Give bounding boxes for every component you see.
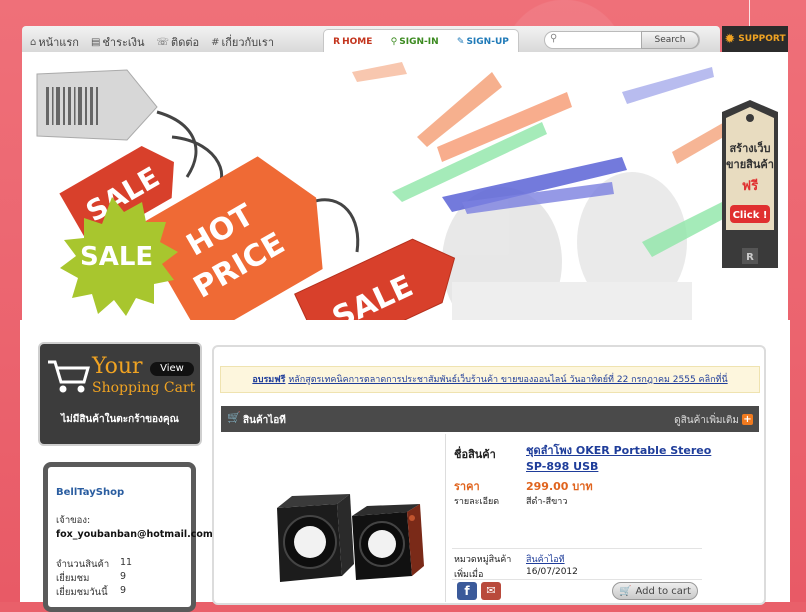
nav-item-label: ชำระเงิน: [102, 36, 145, 49]
svg-text:สร้างเว็บ: สร้างเว็บ: [729, 141, 770, 155]
contact-icon: ☏: [156, 36, 170, 48]
svg-text:ฟรี: ฟรี: [742, 178, 758, 194]
notice-link[interactable]: หลักสูตรเทคนิคการตลาดการประชาสัมพันธ์เว็…: [288, 375, 727, 385]
stat-label: เยี่ยมชมวันนี้: [56, 587, 108, 598]
stat-label: เยี่ยมชม: [56, 573, 90, 584]
category-link-text[interactable]: สินค้าไอที: [526, 555, 565, 565]
cart-empty-message: ไม่มีสินค้าในตะกร้าของคุณ: [61, 414, 179, 425]
search-icon: ⚲: [550, 33, 558, 44]
payment-icon: ▤: [90, 36, 101, 48]
main-nav: ⌂ หน้าแรก ▤ ชำระเงิน ☏ ติดต่อ # เกี่ยวกั…: [30, 33, 274, 51]
support-button[interactable]: ✹ SUPPORT: [722, 26, 788, 52]
added-date: 16/07/2012: [526, 567, 578, 577]
stat-value: 9: [120, 585, 127, 596]
hanging-thread: [749, 0, 750, 26]
product-name-link[interactable]: ชุดลำโพง OKER Portable Stereo SP-898 USB: [526, 443, 726, 475]
right-speaker: [352, 504, 424, 580]
speaker-illustration: [277, 494, 424, 582]
svg-text:Click !: Click !: [733, 210, 768, 221]
email-share-icon[interactable]: ✉: [481, 582, 501, 600]
plus-icon[interactable]: +: [742, 414, 753, 425]
home-icon: ⌂: [30, 36, 37, 48]
home-link-label: HOME: [342, 36, 373, 47]
divider: [445, 434, 446, 602]
svg-text:SALE: SALE: [80, 242, 153, 272]
cart-icon: [48, 360, 90, 393]
product-name-label: ชื่อสินค้า: [454, 448, 496, 461]
category-label: หมวดหมู่สินค้า: [454, 555, 512, 565]
stat-label: จำนวนสินค้า: [56, 559, 110, 570]
sign-in-link[interactable]: ⚲ SIGN-IN: [391, 37, 439, 47]
nav-item-about[interactable]: # เกี่ยวกับเรา: [211, 33, 274, 51]
sign-up-link[interactable]: ✎ SIGN-UP: [457, 37, 509, 47]
top-nav-bar: ⌂ หน้าแรก ▤ ชำระเงิน ☏ ติดต่อ # เกี่ยวกั…: [22, 26, 720, 53]
shop-info-box: BellTayShop เจ้าของ: fox_youbanban@hotma…: [43, 462, 213, 612]
owner-label: เจ้าของ:: [56, 515, 91, 526]
sign-in-label: SIGN-IN: [399, 36, 439, 47]
sign-up-label: SIGN-UP: [466, 36, 509, 47]
edit-icon: ✎: [456, 36, 465, 47]
detail-label: รายละเอียด: [454, 497, 500, 507]
about-icon: #: [211, 36, 220, 48]
banner-artwork: SALE HOT PRICE SALE SALE: [36, 62, 746, 320]
free-shop-promo-tag[interactable]: สร้างเว็บ ขายสินค้า ฟรี Click ! R: [714, 60, 786, 270]
gear-icon: ✹: [724, 31, 736, 47]
hero-banner: SALE HOT PRICE SALE SALE: [22, 52, 788, 320]
key-icon: ⚲: [390, 36, 398, 47]
stat-value: 9: [120, 571, 127, 582]
svg-text:R: R: [746, 252, 754, 263]
home-small-icon: R: [333, 36, 341, 47]
shop-name: BellTayShop: [56, 487, 125, 498]
facebook-share-icon[interactable]: f: [457, 582, 477, 600]
cart-title-your: Your: [92, 354, 143, 379]
notice-highlight-link[interactable]: อบรมฟรี: [252, 375, 285, 385]
svg-text:ขายสินค้า: ขายสินค้า: [726, 158, 774, 171]
add-to-cart-label: Add to cart: [635, 585, 691, 597]
nav-item-label: ติดต่อ: [171, 36, 200, 49]
divider: [452, 579, 702, 580]
nav-item-label: เกี่ยวกับเรา: [221, 36, 275, 49]
divider: [452, 548, 702, 549]
home-link[interactable]: R HOME: [333, 37, 372, 47]
barcode-tag: [36, 69, 158, 141]
more-products-link[interactable]: ดูสินค้าเพิ่มเติม: [674, 413, 739, 428]
left-speaker: [277, 494, 354, 582]
add-to-cart-button[interactable]: 🛒 Add to cart: [612, 582, 698, 600]
promo-tag-art: สร้างเว็บ ขายสินค้า ฟรี Click ! R: [722, 60, 778, 268]
section-title: สินค้าไอที: [243, 415, 286, 426]
cart-title-shopping: Shopping Cart: [92, 380, 196, 396]
detail-value: สีดำ-สีขาว: [526, 497, 568, 507]
support-label: SUPPORT: [738, 34, 786, 44]
price-label: ราคา: [454, 480, 480, 493]
cart-view-button[interactable]: View: [150, 362, 194, 376]
section-header: 🛒 สินค้าไอที ดูสินค้าเพิ่มเติม +: [221, 406, 759, 432]
owner-email: fox_youbanban@hotmail.com: [56, 529, 213, 540]
basket-icon: 🛒: [227, 411, 241, 424]
category-link[interactable]: สินค้าไอที: [526, 552, 565, 566]
nav-item-contact[interactable]: ☏ ติดต่อ: [157, 33, 200, 51]
search-button[interactable]: Search: [641, 31, 699, 49]
shopping-cart-box: Your View Shopping Cart ไม่มีสินค้าในตะก…: [38, 342, 202, 446]
nav-item-label: หน้าแรก: [38, 36, 79, 49]
cart-small-icon: 🛒: [619, 585, 632, 597]
price-value: 299.00 บาท: [526, 480, 593, 493]
product-image[interactable]: [222, 436, 444, 602]
stat-value: 11: [120, 557, 133, 568]
training-notice: อบรมฟรี หลักสูตรเทคนิคการตลาดการประชาสัม…: [220, 366, 760, 393]
search-box: ⚲ Search: [544, 31, 700, 49]
sale-tag-3: SALE: [294, 238, 456, 320]
nav-item-payment[interactable]: ▤ ชำระเงิน: [91, 33, 145, 51]
auth-tabs: R HOME ⚲ SIGN-IN ✎ SIGN-UP: [323, 29, 519, 53]
nav-item-home[interactable]: ⌂ หน้าแรก: [30, 33, 79, 51]
